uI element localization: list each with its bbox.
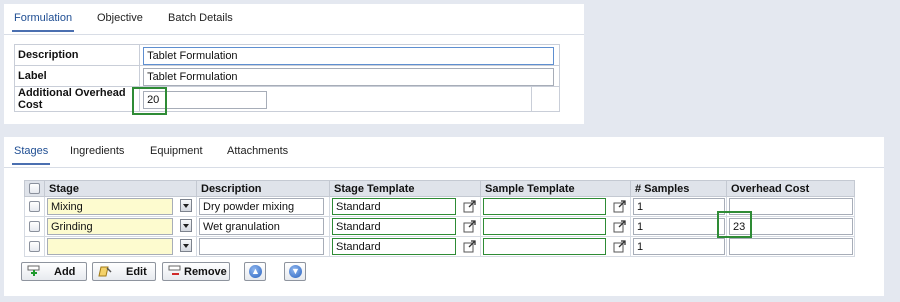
select-all-cell [24,180,45,197]
samples-input[interactable] [633,218,725,235]
row-checkbox[interactable] [29,201,40,212]
sample-template-input[interactable] [483,238,606,255]
col-stage: Stage [44,180,197,197]
open-external-icon[interactable] [613,220,627,233]
remove-button-label: Remove [184,266,227,278]
col-stage-template: Stage Template [329,180,481,197]
arrow-up-icon: ▲ [249,265,262,278]
col-samples: # Samples [630,180,727,197]
table-row [24,216,855,237]
edit-button-label: Edit [126,266,147,278]
tab-formulation[interactable]: Formulation [11,12,75,32]
stage-dropdown-button[interactable] [180,199,192,212]
stage-template-input[interactable] [332,198,456,215]
samples-input[interactable] [633,198,725,215]
tab-attachments[interactable]: Attachments [227,145,288,157]
stages-panel: Stages Ingredients Equipment Attachments… [4,137,884,296]
table-row [24,196,855,217]
stage-template-input[interactable] [332,218,456,235]
sample-template-input[interactable] [483,218,606,235]
stage-dropdown-button[interactable] [180,219,192,232]
col-overhead-cost: Overhead Cost [726,180,855,197]
remove-row-icon [168,265,181,275]
open-external-icon[interactable] [463,220,477,233]
tab-stages[interactable]: Stages [11,145,51,165]
overhead-cost-label: Additional Overhead Cost [13,86,141,112]
tab-equipment[interactable]: Equipment [150,145,203,157]
tab-ingredients[interactable]: Ingredients [70,145,124,157]
open-external-icon[interactable] [613,240,627,253]
table-row [24,236,855,257]
sample-template-input[interactable] [483,198,606,215]
add-row-icon [27,265,40,276]
stages-grid: Stage Description Stage Template Sample … [24,180,855,257]
open-external-icon[interactable] [613,200,627,213]
add-button[interactable]: Add [21,262,87,281]
move-down-button[interactable]: ▼ [284,262,306,281]
description-input[interactable] [143,46,555,65]
formulation-panel: Formulation Objective Batch Details Desc… [4,4,584,124]
add-button-label: Add [54,266,76,278]
top-tab-bar: Formulation Objective Batch Details [4,4,584,35]
formulation-form: Description Label Additional Overhead Co… [13,44,561,112]
description-label: Description [13,44,141,66]
label-label: Label [13,65,141,87]
stage-template-input[interactable] [332,238,456,255]
overhead-cost-input[interactable] [143,90,268,109]
edit-button[interactable]: Edit [92,262,156,281]
description-cell-input[interactable] [199,238,324,255]
label-input[interactable] [143,67,555,86]
overhead-cost-cell-input[interactable] [729,198,853,215]
overhead-cost-cell-input[interactable] [729,238,853,255]
arrow-down-icon: ▼ [289,265,302,278]
select-all-checkbox[interactable] [29,183,40,194]
description-cell-input[interactable] [199,198,324,215]
grid-header-row: Stage Description Stage Template Sample … [24,180,855,197]
stage-input[interactable] [47,238,173,255]
stage-input[interactable] [47,198,173,215]
open-external-icon[interactable] [463,240,477,253]
stage-input[interactable] [47,218,173,235]
remove-button[interactable]: Remove [162,262,230,281]
open-external-icon[interactable] [463,200,477,213]
move-up-button[interactable]: ▲ [244,262,266,281]
col-description: Description [196,180,330,197]
form-empty-cell [530,86,561,112]
row-checkbox[interactable] [29,221,40,232]
row-checkbox[interactable] [29,241,40,252]
tab-batch-details[interactable]: Batch Details [168,12,233,24]
edit-icon [98,266,112,277]
samples-input[interactable] [633,238,725,255]
overhead-cost-cell-input[interactable] [729,218,853,235]
bottom-tab-bar: Stages Ingredients Equipment Attachments [4,137,884,168]
description-cell-input[interactable] [199,218,324,235]
col-sample-template: Sample Template [480,180,631,197]
stage-dropdown-button[interactable] [180,239,192,252]
tab-objective[interactable]: Objective [97,12,143,24]
